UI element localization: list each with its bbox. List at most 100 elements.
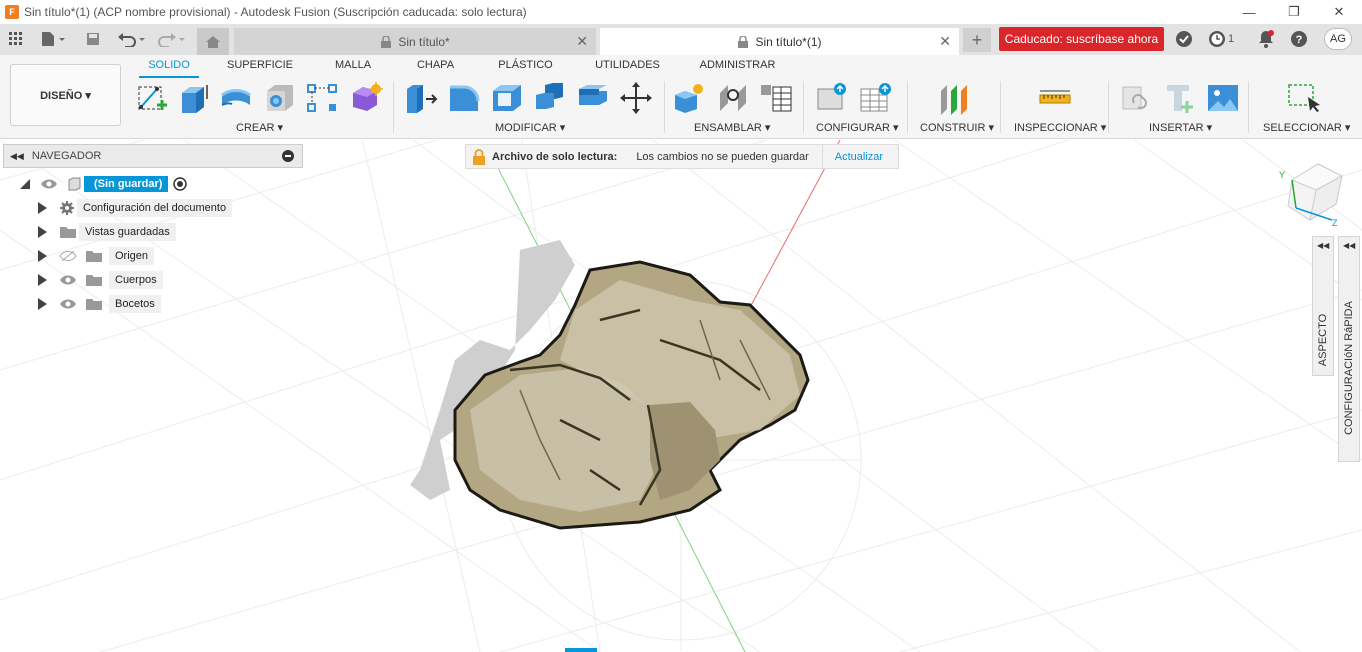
tab-solido[interactable]: SOLIDO (139, 59, 199, 71)
fillet-icon[interactable] (447, 81, 481, 115)
app-grid-icon[interactable] (6, 28, 26, 50)
tree-root-row[interactable]: (Sin guardar) (20, 174, 188, 194)
combine-icon[interactable] (533, 81, 567, 115)
viewcube-icon[interactable]: Y Z (1276, 158, 1348, 230)
notifications-icon[interactable] (1256, 29, 1276, 49)
activate-radio-icon[interactable] (172, 176, 188, 192)
group-configurar[interactable]: CONFIGURAR ▾ (816, 121, 899, 134)
minimize-button[interactable]: — (1226, 0, 1272, 24)
close-window-button[interactable]: ✕ (1316, 0, 1362, 24)
aspect-panel[interactable]: ◀◀ ASPECTO (1312, 236, 1334, 376)
rock-mesh-body (453, 260, 810, 530)
group-seleccionar[interactable]: SELECCIONAR ▾ (1263, 121, 1350, 134)
tree-item-vistas[interactable]: Vistas guardadas (38, 222, 176, 242)
visibility-eye-icon[interactable] (59, 274, 77, 286)
document-icon (64, 176, 84, 192)
select-icon[interactable] (1286, 81, 1320, 115)
aspect-label: ASPECTO (1317, 313, 1329, 367)
group-insertar[interactable]: INSERTAR ▾ (1149, 121, 1212, 134)
group-modificar[interactable]: MODIFICAR ▾ (495, 121, 565, 134)
close-tab-icon[interactable]: ✕ (939, 33, 951, 50)
workspace-switcher[interactable]: DISEÑO ▾ (10, 64, 121, 126)
tab-plastico[interactable]: PLÁSTICO (493, 59, 558, 71)
group-construir[interactable]: CONSTRUIR ▾ (920, 121, 994, 134)
offset-plane-icon[interactable] (937, 81, 971, 115)
visibility-hidden-icon[interactable] (59, 250, 77, 262)
job-status-icon[interactable]: 1 (1206, 29, 1236, 49)
close-tab-icon[interactable]: ✕ (576, 33, 588, 50)
subscribe-button[interactable]: Caducado: suscríbase ahora (999, 27, 1164, 51)
restore-button[interactable]: ❐ (1271, 0, 1317, 24)
tab-sin-titulo[interactable]: Sin título* ✕ (234, 28, 596, 55)
tree-item-origen[interactable]: Origen (38, 246, 155, 266)
expand-arrow-icon[interactable] (38, 274, 47, 286)
group-divider (1000, 81, 1001, 133)
expand-panel-icon[interactable]: ◀◀ (1343, 241, 1355, 250)
tab-superficie[interactable]: SUPERFICIE (225, 59, 295, 71)
svg-text:?: ? (1296, 34, 1303, 46)
redo-icon[interactable] (156, 28, 188, 50)
help-icon[interactable]: ? (1289, 29, 1309, 49)
move-icon[interactable] (619, 81, 653, 115)
create-sketch-icon[interactable] (135, 81, 169, 115)
home-tab[interactable] (197, 28, 229, 55)
tab-utilidades[interactable]: UTILIDADES (590, 59, 665, 71)
new-component-icon[interactable] (672, 81, 706, 115)
collapse-navigator-icon[interactable]: ◀◀ (10, 151, 24, 162)
revolve-icon[interactable] (219, 81, 253, 115)
tab-chapa[interactable]: CHAPA (408, 59, 463, 71)
active-tab-indicator (139, 76, 199, 78)
insert-mesh-icon[interactable] (1163, 81, 1197, 115)
timeline-indicator[interactable] (565, 648, 597, 652)
folder-icon (60, 227, 76, 238)
group-ensamblar[interactable]: ENSAMBLAR ▾ (694, 121, 770, 134)
update-link[interactable]: Actualizar (835, 151, 883, 163)
undo-icon[interactable] (116, 28, 148, 50)
toolbar-ribbon: DISEÑO ▾ SOLIDO SUPERFICIE MALLA CHAPA P… (0, 55, 1362, 139)
root-document-label[interactable]: (Sin guardar) (64, 176, 169, 192)
measure-icon[interactable] (1038, 81, 1072, 115)
shell-icon[interactable] (490, 81, 524, 115)
extrude-icon[interactable] (177, 81, 211, 115)
avatar[interactable]: AG (1324, 28, 1352, 50)
file-menu-icon[interactable] (38, 28, 68, 50)
tab-administrar[interactable]: ADMINISTRAR (695, 59, 780, 71)
extensions-icon[interactable] (1174, 29, 1194, 49)
tab-label: Sin título* (398, 34, 450, 49)
readonly-title: Archivo de solo lectura: (492, 150, 618, 163)
joint-icon[interactable] (716, 81, 750, 115)
tab-label: Sin título*(1) (755, 34, 822, 49)
visibility-eye-icon[interactable] (40, 178, 58, 190)
tab-sin-titulo-1[interactable]: Sin título*(1) ✕ (600, 28, 959, 55)
tree-item-bocetos[interactable]: Bocetos (38, 294, 161, 314)
hole-icon[interactable] (263, 81, 297, 115)
visibility-eye-icon[interactable] (59, 298, 77, 310)
pattern-icon[interactable] (305, 81, 339, 115)
expand-arrow-icon[interactable] (38, 298, 47, 310)
offset-face-icon[interactable] (576, 81, 610, 115)
navigator-minimize-icon[interactable] (282, 150, 294, 162)
lock-icon (473, 148, 485, 165)
expand-arrow-icon[interactable] (38, 250, 47, 262)
expand-panel-icon[interactable]: ◀◀ (1317, 241, 1329, 250)
group-crear[interactable]: CREAR ▾ (236, 121, 283, 134)
insert-derive-icon[interactable] (1120, 81, 1154, 115)
window-title: Sin título*(1) (ACP nombre provisional) … (24, 5, 527, 19)
collapse-arrow-icon[interactable] (20, 179, 30, 189)
save-icon[interactable] (84, 28, 102, 50)
group-divider (907, 81, 908, 133)
tree-item-configuracion[interactable]: Configuración del documento (38, 198, 233, 218)
quick-setup-panel[interactable]: ◀◀ CONFIGURACIóN RáPIDA (1338, 236, 1360, 462)
configuration-table-icon[interactable] (859, 81, 893, 115)
configure-icon[interactable] (815, 81, 849, 115)
insert-canvas-icon[interactable] (1206, 81, 1240, 115)
tree-item-cuerpos[interactable]: Cuerpos (38, 270, 163, 290)
bill-of-materials-icon[interactable] (759, 81, 793, 115)
expand-arrow-icon[interactable] (38, 202, 47, 214)
expand-arrow-icon[interactable] (38, 226, 47, 238)
new-tab-button[interactable]: + (963, 28, 991, 52)
press-pull-icon[interactable] (404, 81, 438, 115)
group-inspeccionar[interactable]: INSPECCIONAR ▾ (1014, 121, 1106, 134)
form-icon[interactable] (349, 81, 383, 115)
tab-malla[interactable]: MALLA (323, 59, 383, 71)
